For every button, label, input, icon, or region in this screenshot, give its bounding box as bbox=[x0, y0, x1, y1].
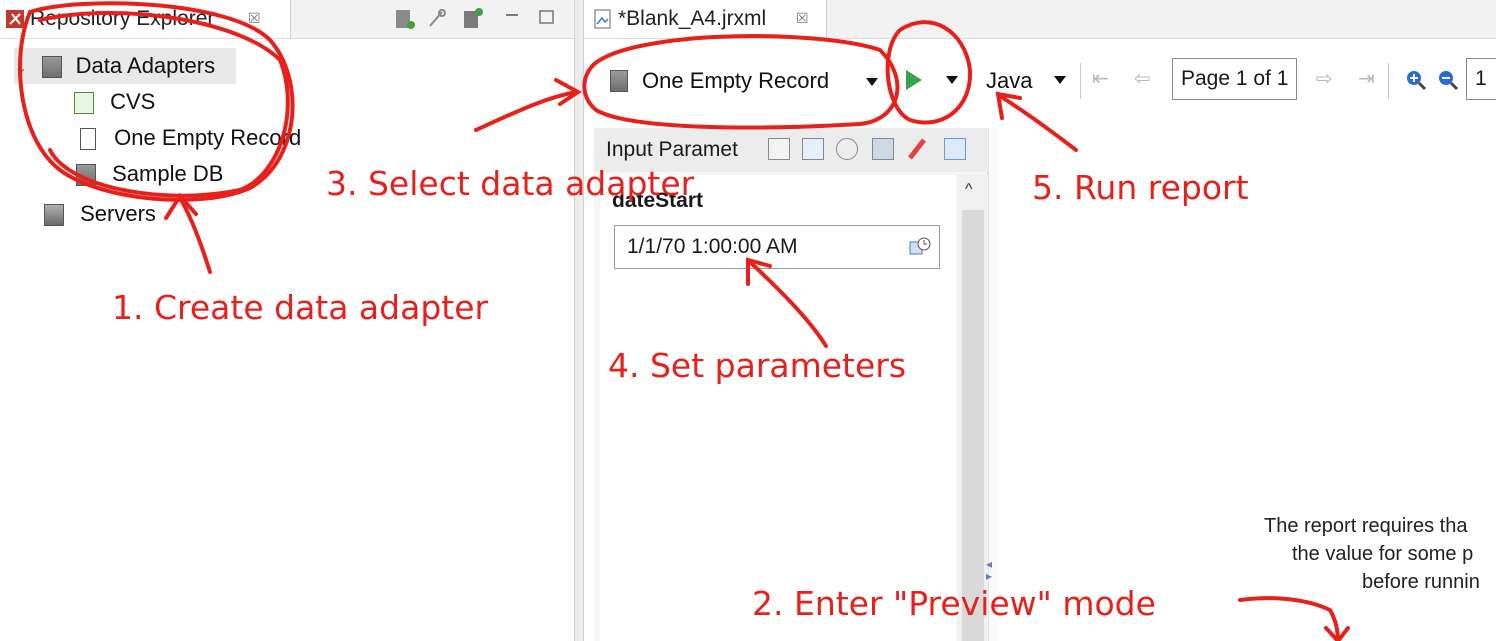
last-page-icon[interactable]: ⇥ bbox=[1358, 66, 1375, 91]
zoom-input[interactable]: 1 bbox=[1466, 58, 1496, 100]
page-indicator[interactable]: Page 1 of 1 bbox=[1172, 58, 1298, 100]
language-dropdown-arrow-icon[interactable] bbox=[1054, 76, 1066, 84]
tree-item-servers[interactable]: Servers bbox=[44, 196, 224, 232]
preview-sash[interactable]: ◂ ▸ bbox=[986, 128, 998, 641]
date-start-field[interactable]: 1/1/70 1:00:00 AM bbox=[614, 225, 940, 269]
database-icon bbox=[41, 56, 62, 79]
next-page-icon[interactable]: ⇨ bbox=[1316, 66, 1333, 91]
dropdown-arrow-icon[interactable] bbox=[866, 78, 878, 86]
report-file-icon bbox=[594, 9, 612, 29]
tree-item-sample-db[interactable]: Sample DB bbox=[76, 156, 296, 192]
empty-record-icon bbox=[80, 128, 96, 151]
keyboard-icon[interactable] bbox=[872, 138, 894, 160]
annotation-step-4: 4. Set parameters bbox=[608, 346, 907, 385]
calendar-icon[interactable] bbox=[836, 138, 858, 160]
date-picker-icon[interactable] bbox=[909, 236, 931, 258]
tree-item-one-empty-record[interactable]: One Empty Record bbox=[80, 120, 340, 156]
annotation-step-5: 5. Run report bbox=[1032, 168, 1249, 207]
new-adapter-icon[interactable] bbox=[394, 8, 416, 30]
toolbar-separator bbox=[1388, 63, 1389, 99]
link-icon[interactable] bbox=[426, 8, 448, 30]
tab-repository-explorer[interactable]: Repository Explorer ☒ bbox=[0, 0, 291, 38]
parameters-icon[interactable] bbox=[768, 138, 790, 160]
tab-title: Repository Explorer bbox=[30, 7, 215, 30]
tree-item-label: CVS bbox=[110, 89, 156, 114]
eraser-icon[interactable] bbox=[906, 136, 928, 162]
pin-icon[interactable] bbox=[944, 138, 966, 160]
message-line-3: before runnin bbox=[1362, 571, 1480, 593]
tree-item-label: Data Adapters bbox=[75, 53, 216, 78]
first-page-icon[interactable]: ⇤ bbox=[1092, 66, 1109, 91]
data-adapter-selector[interactable]: One Empty Record bbox=[604, 46, 878, 116]
csv-adapter-icon bbox=[74, 92, 94, 115]
message-line-1: The report requires tha bbox=[1264, 515, 1468, 537]
scroll-up-icon[interactable]: ^ bbox=[965, 181, 973, 199]
run-dropdown-arrow-icon[interactable] bbox=[946, 76, 958, 84]
tree-item-label: One Empty Record bbox=[114, 125, 302, 150]
maximize-icon[interactable] bbox=[538, 8, 556, 26]
close-icon[interactable]: ☒ bbox=[796, 10, 809, 27]
minimize-icon[interactable] bbox=[504, 8, 520, 24]
close-icon[interactable]: ☒ bbox=[248, 10, 261, 27]
annotation-step-3: 3. Select data adapter bbox=[326, 164, 695, 203]
sash-arrows-icon[interactable]: ◂ ▸ bbox=[986, 558, 992, 582]
run-report-button[interactable] bbox=[902, 66, 926, 94]
message-line-2: the value for some p bbox=[1292, 543, 1474, 565]
parameters-list: dateStart 1/1/70 1:00:00 AM bbox=[600, 175, 956, 641]
scrollbar-thumb[interactable] bbox=[962, 210, 984, 641]
zoom-out-icon[interactable] bbox=[1436, 68, 1460, 92]
language-selector[interactable]: Java bbox=[986, 46, 1032, 116]
import-icon[interactable] bbox=[462, 6, 484, 30]
tab-title: *Blank_A4.jrxml bbox=[618, 7, 767, 30]
tree-item-data-adapters[interactable]: ⌄ Data Adapters bbox=[14, 48, 236, 84]
tab-blank-a4[interactable]: *Blank_A4.jrxml ☒ bbox=[584, 0, 827, 38]
annotation-step-2: 2. Enter "Preview" mode bbox=[752, 584, 1156, 623]
date-value: 1/1/70 1:00:00 AM bbox=[627, 235, 798, 258]
chevron-down-icon[interactable]: ⌄ bbox=[14, 60, 27, 77]
tree-item-label: Servers bbox=[80, 201, 156, 226]
zoom-in-icon[interactable] bbox=[1404, 68, 1428, 92]
database-icon bbox=[610, 70, 628, 92]
tree-item-cvs[interactable]: CVS bbox=[74, 84, 274, 120]
database-icon bbox=[76, 164, 96, 187]
repository-icon bbox=[6, 8, 26, 30]
panel-title: Input Paramet bbox=[606, 138, 738, 161]
chart-icon[interactable] bbox=[802, 138, 824, 160]
adapter-label: One Empty Record bbox=[642, 68, 830, 93]
toolbar-separator bbox=[1080, 63, 1081, 99]
tree-item-label: Sample DB bbox=[112, 161, 224, 186]
previous-page-icon[interactable]: ⇦ bbox=[1134, 66, 1151, 91]
pane-splitter[interactable] bbox=[574, 0, 584, 641]
annotation-step-1: 1. Create data adapter bbox=[112, 288, 489, 327]
server-icon bbox=[44, 204, 64, 227]
